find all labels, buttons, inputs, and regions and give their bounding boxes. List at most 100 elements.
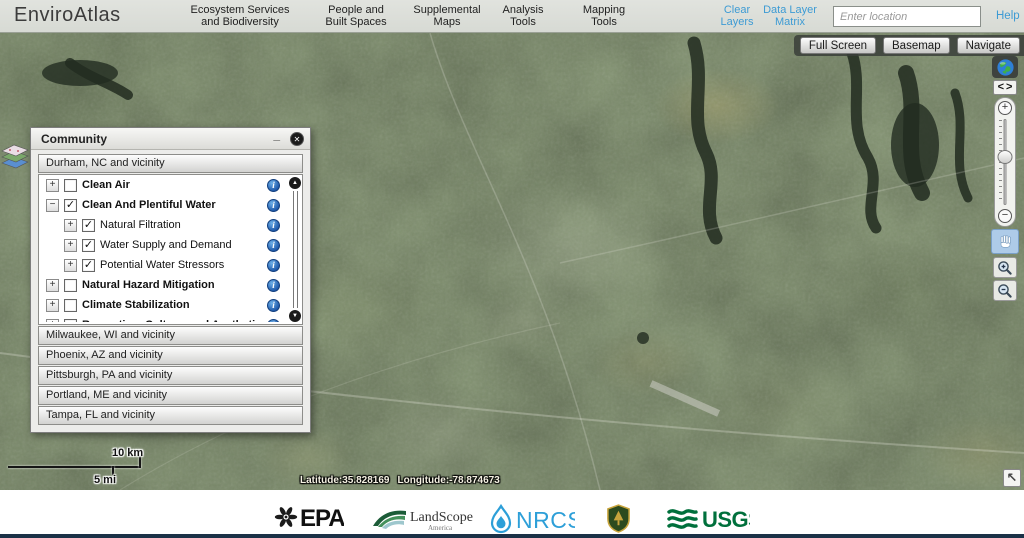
menu-people-built-spaces[interactable]: People and Built Spaces [325,5,386,28]
pan-tool-button[interactable] [991,229,1019,254]
clear-layers-link[interactable]: Clear Layers [720,5,753,28]
checkbox[interactable] [64,179,77,192]
epa-wordmark: EPA [300,505,344,532]
info-icon[interactable]: i [267,219,280,232]
community-item-pittsburgh[interactable]: Pittsburgh, PA and vicinity [38,366,303,385]
checkbox[interactable] [64,279,77,292]
magnifier-minus-icon [997,283,1013,299]
checkbox[interactable]: ✓ [82,259,95,272]
layer-tree: + Clean Air i − ✓ Clean And Plentiful Wa… [38,174,303,325]
expand-button[interactable]: + [46,299,59,312]
clipped-tree-row: + Recreation, Culture, and Aesthetics i [39,315,302,322]
info-icon[interactable]: i [267,179,280,192]
magnify-zoom-out-button[interactable] [993,280,1017,301]
tree-item-label: Potential Water Stressors [100,259,224,271]
info-icon[interactable]: i [267,199,280,212]
data-layer-matrix-link[interactable]: Data Layer Matrix [763,5,817,28]
info-icon[interactable]: i [267,259,280,272]
magnify-zoom-in-button[interactable] [993,257,1017,278]
scale-line [8,466,141,468]
minimize-button[interactable]: _ [273,128,280,142]
community-item-durham[interactable]: Durham, NC and vicinity [38,154,303,173]
expand-button[interactable]: + [64,239,77,252]
zoom-in-icon[interactable]: + [998,101,1012,115]
link-label: Data Layer [763,5,817,17]
usgs-logo[interactable]: USGS [666,504,750,538]
map-canvas[interactable]: Full Screen Basemap Navigate < > + − [0,33,1024,490]
forest-service-logo[interactable] [606,504,631,538]
checkbox[interactable]: ✓ [82,219,95,232]
expand-button[interactable]: + [64,219,77,232]
layers-icon[interactable] [0,137,30,171]
app-title: EnviroAtlas [14,4,121,27]
angle-left-icon: < [998,82,1004,93]
zoom-out-icon[interactable]: − [998,209,1012,223]
footer-logos: EPA LandScope America NRCS [0,490,1024,538]
angle-right-icon: > [1006,82,1012,93]
link-label: Layers [720,17,753,29]
tree-item-climate-stabilization: + Climate Stabilization i [39,295,302,315]
tree-item-label: Clean Air [82,179,130,191]
menu-mapping-tools[interactable]: Mapping Tools [583,5,625,28]
epa-logo[interactable]: EPA [274,504,344,537]
menu-label: Tools [583,17,625,29]
expand-button[interactable]: + [46,279,59,292]
tree-item-label: Natural Hazard Mitigation [82,279,215,291]
enviroatlas-app: EnviroAtlas Ecosystem Services and Biodi… [0,0,1024,538]
community-item-milwaukee[interactable]: Milwaukee, WI and vicinity [38,326,303,345]
tree-scrollbar-track[interactable] [293,191,298,308]
location-search-input[interactable] [833,6,981,27]
info-icon[interactable]: i [267,299,280,312]
basemap-button[interactable]: Basemap [883,37,950,54]
checkbox[interactable] [64,299,77,312]
epa-flower-icon [275,506,297,528]
landscope-logo[interactable]: LandScope America [370,504,474,538]
landscope-wordmark: LandScope [410,510,473,525]
menu-label: Maps [413,17,480,29]
info-icon[interactable]: i [267,239,280,252]
link-label: Matrix [763,17,817,29]
close-button[interactable]: ✕ [290,132,304,146]
menu-label: Analysis [503,5,544,17]
info-icon[interactable]: i [267,279,280,292]
overview-globe-button[interactable] [992,56,1018,78]
menu-supplemental-maps[interactable]: Supplemental Maps [413,5,480,28]
menu-ecosystem-services[interactable]: Ecosystem Services and Biodiversity [190,5,289,28]
checkbox[interactable]: ✓ [64,199,77,212]
scroll-down-icon[interactable]: ▼ [289,310,301,322]
scale-bar: 10 km 5 mi [8,447,168,483]
community-item-tampa[interactable]: Tampa, FL and vicinity [38,406,303,425]
community-item-phoenix[interactable]: Phoenix, AZ and vicinity [38,346,303,365]
fullscreen-button[interactable]: Full Screen [800,37,876,54]
panel-title: Community [41,132,107,146]
tree-item-label: Water Supply and Demand [100,239,232,251]
scroll-up-icon[interactable]: ▲ [289,177,301,189]
expand-button[interactable]: + [46,179,59,192]
tree-item-potential-water-stressors: + ✓ Potential Water Stressors i [39,255,302,275]
expand-button[interactable]: + [64,259,77,272]
panel-titlebar[interactable]: Community _ ✕ [31,128,310,150]
collapse-button[interactable]: − [46,199,59,212]
landscope-sub-wordmark: America [428,524,453,532]
coordinates-readout: Latitude:35.828169Longitude:-78.874673 [300,475,508,486]
zoom-slider[interactable]: + − [994,97,1016,227]
usgs-wordmark: USGS [702,507,750,532]
menu-label: and Biodiversity [190,17,289,29]
expand-button[interactable]: + [46,319,59,323]
navigate-button[interactable]: Navigate [957,37,1020,54]
water-drop-icon [492,506,510,532]
menu-label: People and [325,5,386,17]
menu-label: Tools [503,17,544,29]
help-link[interactable]: Help [996,10,1020,22]
collapse-corner-button[interactable]: ↖ [1003,469,1021,487]
info-icon[interactable]: i [267,319,280,323]
nrcs-logo[interactable]: NRCS [489,504,575,538]
collapse-panel-arrows-button[interactable]: < > [993,80,1017,95]
checkbox[interactable]: ✓ [82,239,95,252]
usgs-wave-icon [669,511,696,527]
zoom-slider-handle[interactable] [998,150,1013,164]
checkbox[interactable] [64,319,77,323]
community-item-portland[interactable]: Portland, ME and vicinity [38,386,303,405]
menu-analysis-tools[interactable]: Analysis Tools [503,5,544,28]
scale-km-label: 10 km [112,447,143,459]
